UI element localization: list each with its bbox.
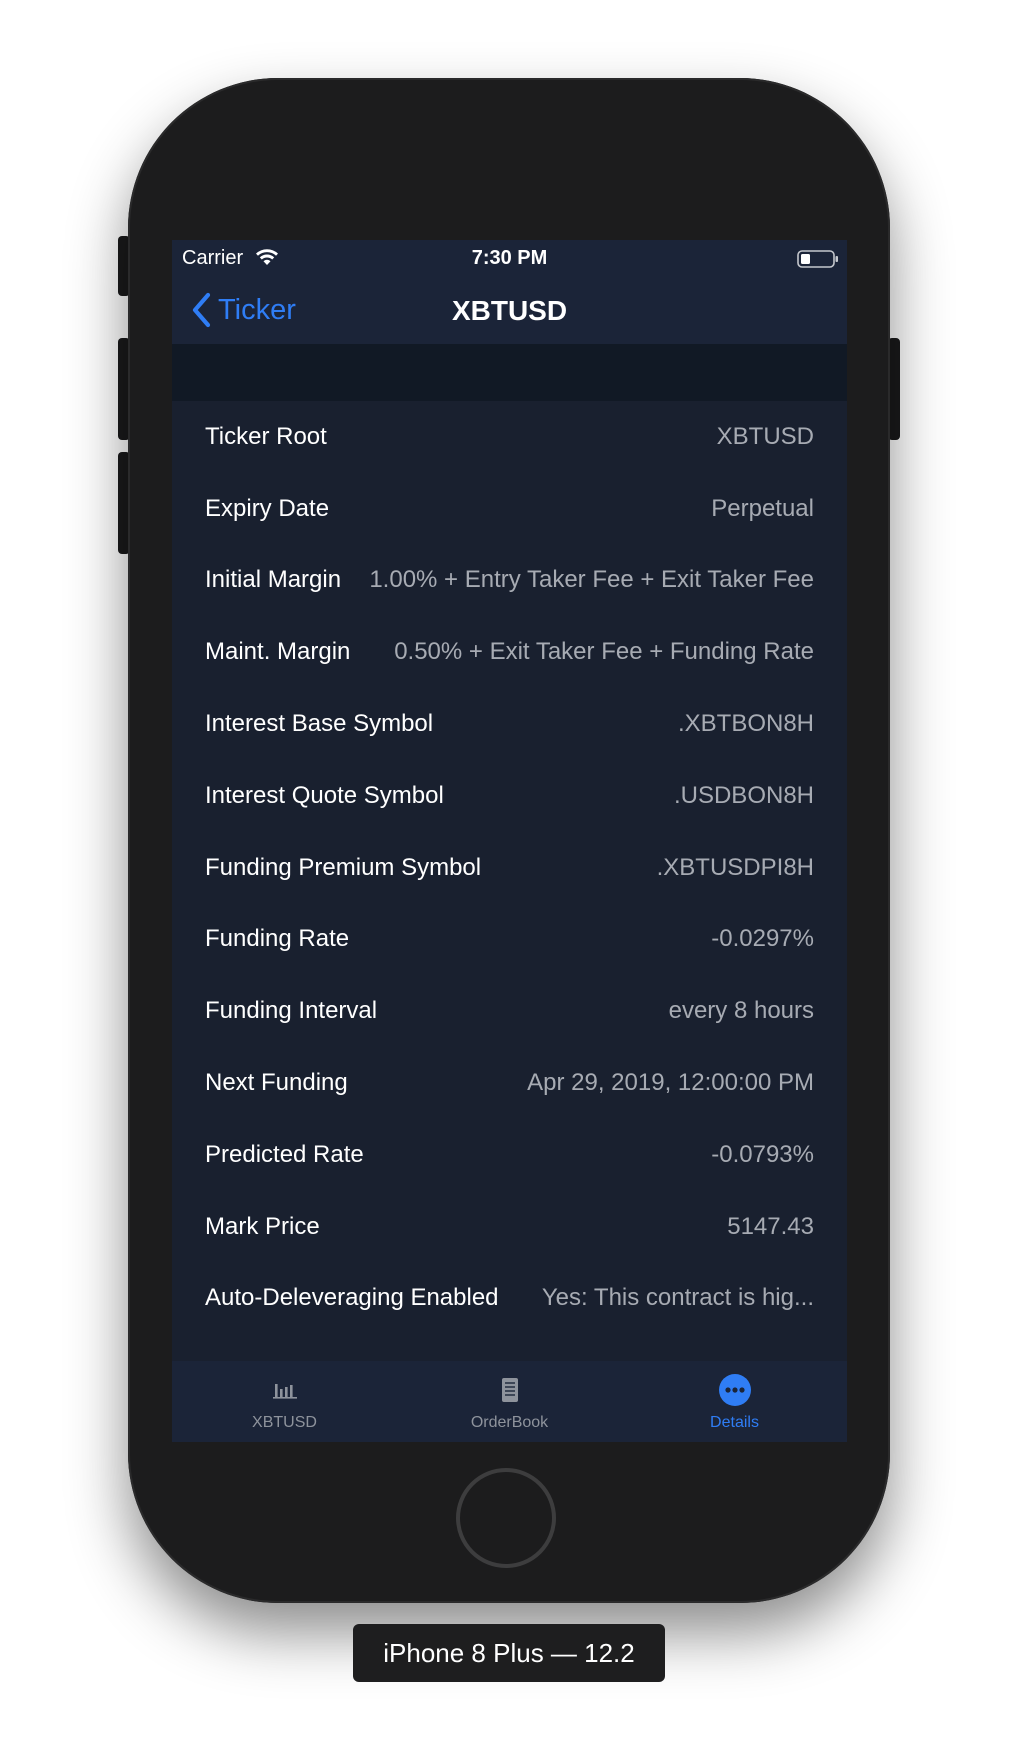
status-time: 7:30 PM	[471, 247, 548, 269]
detail-label: Initial Margin	[205, 566, 342, 594]
detail-label: Ticker Root	[205, 422, 327, 450]
detail-label: Funding Rate	[205, 925, 350, 953]
bar-chart-icon	[272, 1384, 297, 1399]
detail-value: 5147.43	[727, 1212, 814, 1240]
battery-icon	[797, 250, 838, 268]
details-list: Ticker Root XBTUSD Expiry Date Perpetual…	[172, 401, 847, 1361]
detail-row-ticker-root[interactable]: Ticker Root XBTUSD	[172, 401, 847, 473]
app-screen: Carrier 7:30 PM Ticker XBTUSD Ticker Roo…	[172, 240, 847, 1442]
detail-label: Interest Quote Symbol	[205, 781, 444, 809]
detail-row-next-funding[interactable]: Next Funding Apr 29, 2019, 12:00:00 PM	[172, 1047, 847, 1119]
detail-value: .USDBON8H	[673, 781, 814, 809]
more-icon	[718, 1374, 751, 1406]
tab-xbtusd[interactable]: XBTUSD	[172, 1361, 397, 1442]
detail-label: Maint. Margin	[205, 638, 351, 666]
detail-value: .XBTBON8H	[677, 710, 814, 738]
detail-value: 1.00% + Entry Taker Fee + Exit Taker Fee	[369, 566, 814, 594]
detail-row-funding-interval[interactable]: Funding Interval every 8 hours	[172, 975, 847, 1047]
navigation-bar: Ticker XBTUSD	[172, 276, 847, 344]
detail-value: Apr 29, 2019, 12:00:00 PM	[527, 1069, 814, 1097]
tab-orderbook[interactable]: OrderBook	[397, 1361, 622, 1442]
detail-value: Yes: This contract is hig...	[541, 1284, 814, 1312]
detail-row-interest-quote-symbol[interactable]: Interest Quote Symbol .USDBON8H	[172, 760, 847, 832]
section-header	[172, 344, 847, 401]
detail-row-expiry-date[interactable]: Expiry Date Perpetual	[172, 473, 847, 545]
detail-label: Next Funding	[205, 1069, 348, 1097]
detail-label: Auto-Deleveraging Enabled	[205, 1284, 499, 1312]
document-icon	[501, 1378, 518, 1402]
detail-value: Perpetual	[711, 494, 814, 522]
tab-label: XBTUSD	[252, 1414, 317, 1431]
detail-label: Funding Interval	[205, 997, 378, 1025]
detail-row-interest-base-symbol[interactable]: Interest Base Symbol .XBTBON8H	[172, 688, 847, 760]
tab-bar: XBTUSD OrderBook Details	[172, 1361, 847, 1442]
home-button[interactable]	[456, 1468, 556, 1568]
tab-label: Details	[710, 1414, 759, 1431]
detail-value: 0.50% + Exit Taker Fee + Funding Rate	[394, 638, 814, 666]
status-bar: Carrier 7:30 PM	[172, 240, 847, 276]
detail-row-mark-price[interactable]: Mark Price 5147.43	[172, 1191, 847, 1263]
detail-row-initial-margin[interactable]: Initial Margin 1.00% + Entry Taker Fee +…	[172, 545, 847, 617]
detail-row-auto-deleveraging[interactable]: Auto-Deleveraging Enabled Yes: This cont…	[172, 1263, 847, 1335]
detail-value: XBTUSD	[716, 422, 814, 450]
detail-label: Predicted Rate	[205, 1140, 364, 1168]
detail-row-funding-premium-symbol[interactable]: Funding Premium Symbol .XBTUSDPI8H	[172, 832, 847, 904]
detail-value: -0.0297%	[711, 925, 814, 953]
device-label: iPhone 8 Plus — 12.2	[353, 1624, 665, 1682]
detail-row-predicted-rate[interactable]: Predicted Rate -0.0793%	[172, 1119, 847, 1191]
detail-row-maint-margin[interactable]: Maint. Margin 0.50% + Exit Taker Fee + F…	[172, 616, 847, 688]
tab-details[interactable]: Details	[622, 1361, 847, 1442]
tab-label: OrderBook	[470, 1414, 549, 1431]
detail-value: every 8 hours	[668, 997, 814, 1025]
detail-label: Mark Price	[205, 1212, 320, 1240]
detail-label: Expiry Date	[205, 494, 330, 522]
simulator-stage: Carrier 7:30 PM Ticker XBTUSD Ticker Roo…	[0, 0, 1018, 1754]
detail-value: .XBTUSDPI8H	[656, 853, 814, 881]
detail-row-funding-rate[interactable]: Funding Rate -0.0297%	[172, 904, 847, 976]
page-title: XBTUSD	[451, 295, 568, 326]
detail-label: Interest Base Symbol	[205, 710, 434, 738]
detail-value: -0.0793%	[711, 1140, 814, 1168]
detail-label: Funding Premium Symbol	[205, 853, 482, 881]
